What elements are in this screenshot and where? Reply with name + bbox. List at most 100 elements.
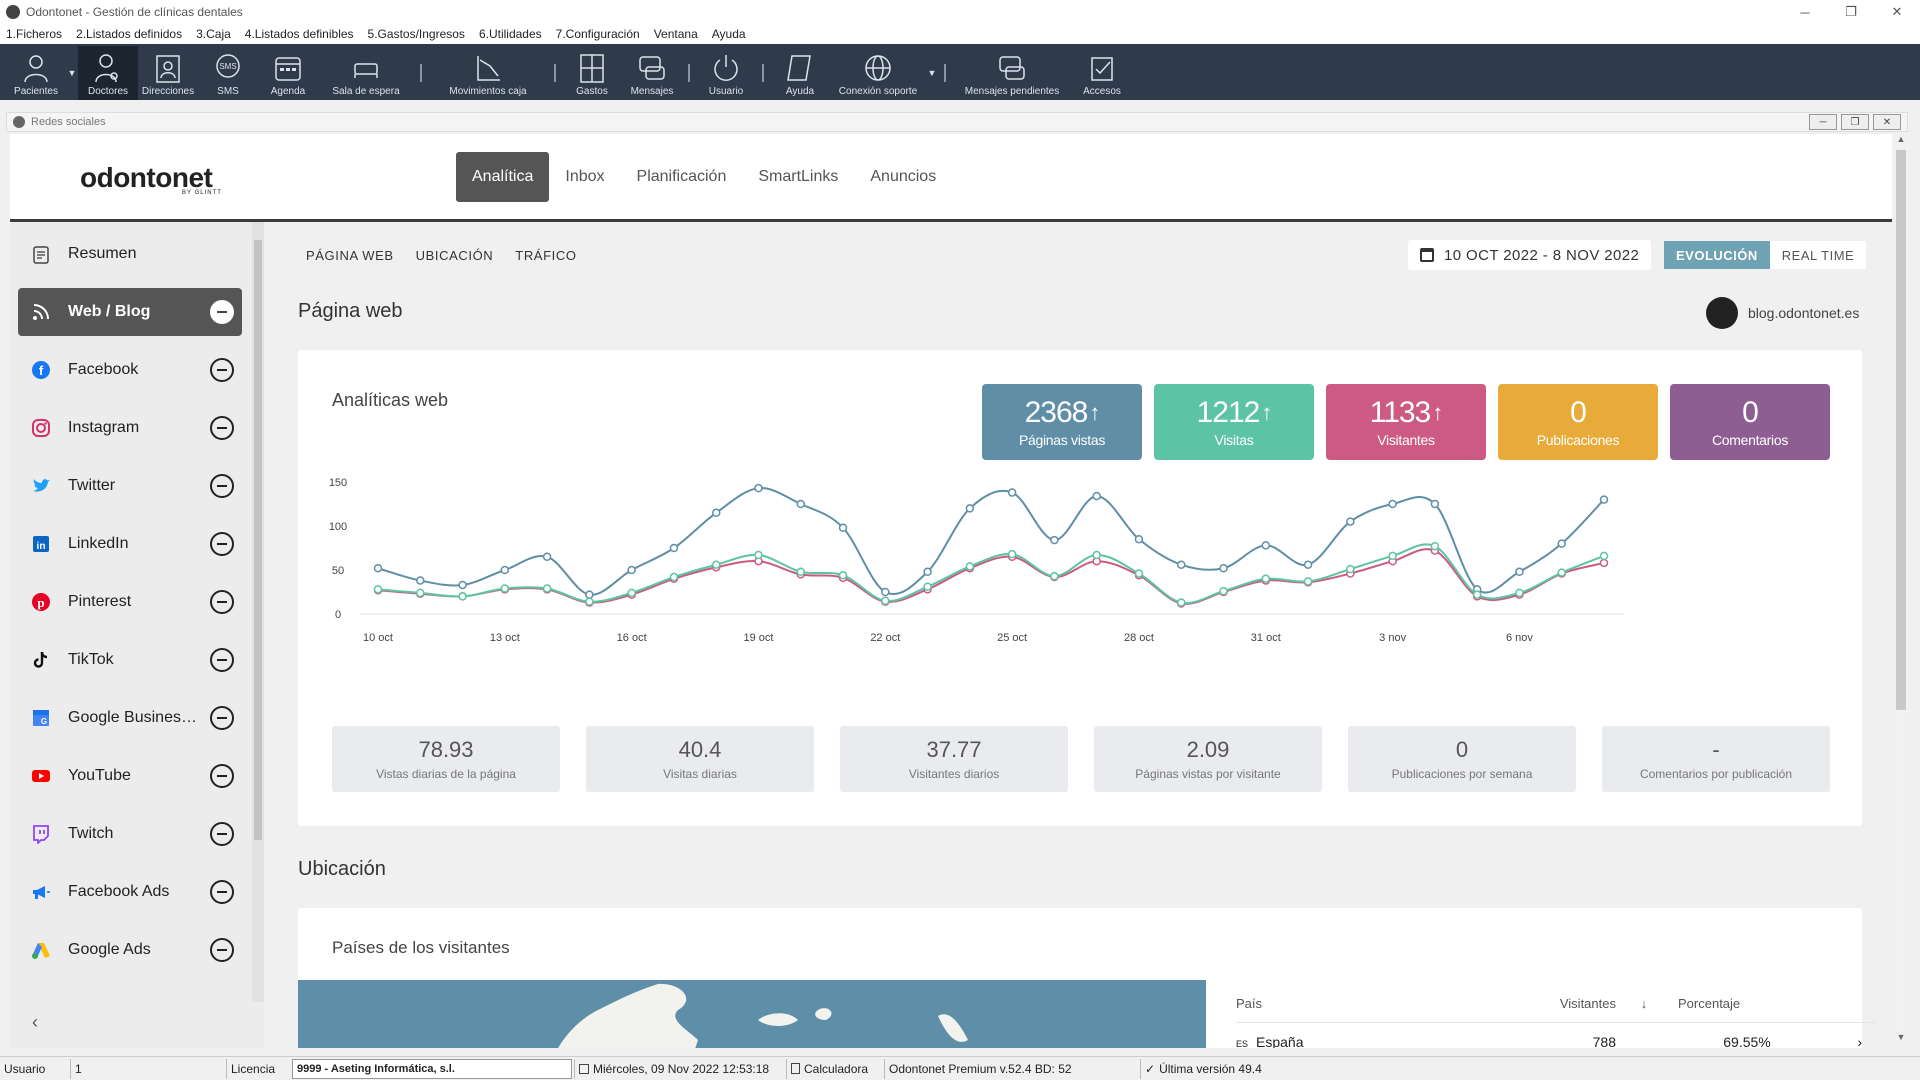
header-visitantes[interactable]: Visitantes: [1496, 996, 1616, 1011]
subwindow-close-button[interactable]: ✕: [1873, 114, 1901, 130]
sidebar-item-youtube[interactable]: YouTube: [18, 752, 242, 800]
countries-header-row: País Visitantes ↓ Porcentaje: [1236, 984, 1876, 1022]
minimize-button[interactable]: ─: [1782, 0, 1828, 24]
toggle-twitter[interactable]: [210, 474, 234, 498]
tab-analitica[interactable]: Analítica: [456, 152, 550, 202]
toggle-pinterest[interactable]: [210, 590, 234, 614]
window-titlebar: Odontonet - Gestión de clínicas dentales…: [0, 0, 1920, 24]
twitch-icon: [30, 823, 52, 845]
y-tick-label: 100: [329, 521, 347, 533]
sidebar-scrollbar[interactable]: [252, 222, 264, 1002]
menu-caja[interactable]: 3.Caja: [196, 27, 231, 41]
data-point: [585, 590, 594, 599]
movimientos-caja-button[interactable]: Movimientos caja: [428, 46, 548, 100]
menu-ayuda[interactable]: Ayuda: [712, 27, 746, 41]
tab-anuncios[interactable]: Anuncios: [854, 152, 952, 202]
pacientes-button[interactable]: Pacientes: [6, 46, 66, 100]
subtab-pagina-web[interactable]: PÁGINA WEB: [306, 248, 394, 263]
header-porcentaje[interactable]: Porcentaje: [1672, 996, 1822, 1011]
menu-gastos-ingresos[interactable]: 5.Gastos/Ingresos: [368, 27, 465, 41]
sidebar-item-linkedin[interactable]: in LinkedIn: [18, 520, 242, 568]
sidebar-item-instagram[interactable]: Instagram: [18, 404, 242, 452]
date-range-picker[interactable]: 10 OCT 2022 - 8 NOV 2022: [1408, 240, 1652, 270]
menu-listados-definibles[interactable]: 4.Listados definibles: [245, 27, 354, 41]
scroll-up-arrow[interactable]: ▲: [1892, 134, 1910, 148]
accesos-button[interactable]: Accesos: [1072, 46, 1132, 100]
header-pais[interactable]: País: [1236, 996, 1496, 1011]
conexion-soporte-button[interactable]: Conexión soporte: [830, 46, 926, 100]
tab-planificacion[interactable]: Planificación: [621, 152, 743, 202]
mensajes-pendientes-button[interactable]: Mensajes pendientes: [952, 46, 1072, 100]
scroll-thumb[interactable]: [1896, 150, 1906, 710]
pacientes-dropdown[interactable]: ▼: [66, 46, 78, 100]
conexion-dropdown[interactable]: ▼: [926, 46, 938, 100]
sidebar-item-google-business[interactable]: G Google Business Profile: [18, 694, 242, 742]
sidebar-item-google-ads[interactable]: Google Ads: [18, 926, 242, 974]
toggle-twitch[interactable]: [210, 822, 234, 846]
evolucion-button[interactable]: EVOLUCIÓN: [1664, 241, 1770, 269]
sidebar-item-facebook[interactable]: f Facebook: [18, 346, 242, 394]
tab-smartlinks[interactable]: SmartLinks: [742, 152, 854, 202]
page-scrollbar[interactable]: ▲ ▼: [1892, 134, 1910, 1046]
ayuda-button[interactable]: Ayuda: [770, 46, 830, 100]
sms-button[interactable]: SMS SMS: [198, 46, 258, 100]
data-point: [923, 582, 932, 591]
data-point: [1303, 577, 1313, 586]
realtime-button[interactable]: REAL TIME: [1769, 241, 1867, 269]
toggle-facebook-ads[interactable]: [210, 880, 234, 904]
subtab-trafico[interactable]: TRÁFICO: [515, 248, 576, 263]
subtab-ubicacion[interactable]: UBICACIÓN: [416, 248, 494, 263]
doctores-button[interactable]: Doctores: [78, 46, 138, 100]
status-fecha: Miércoles, 09 Nov 2022 12:53:18: [574, 1058, 786, 1079]
toggle-instagram[interactable]: [210, 416, 234, 440]
toggle-facebook[interactable]: [210, 358, 234, 382]
menu-configuracion[interactable]: 7.Configuración: [556, 27, 640, 41]
person-icon: [24, 55, 48, 83]
youtube-icon: [30, 765, 52, 787]
menu-listados-definidos[interactable]: 2.Listados definidos: [76, 27, 182, 41]
menu-utilidades[interactable]: 6.Utilidades: [479, 27, 542, 41]
toggle-web-blog[interactable]: [210, 300, 234, 324]
menu-ventana[interactable]: Ventana: [654, 27, 698, 41]
data-point: [881, 587, 890, 597]
direcciones-button[interactable]: Direcciones: [138, 46, 198, 100]
sidebar-item-twitter[interactable]: Twitter: [18, 462, 242, 510]
sidebar-item-facebook-ads[interactable]: Facebook Ads: [18, 868, 242, 916]
sala-espera-button[interactable]: Sala de espera: [318, 46, 414, 100]
data-point: [500, 565, 510, 575]
sidebar-item-tiktok[interactable]: TikTok: [18, 636, 242, 684]
subwindow-maximize-button[interactable]: ❐: [1841, 114, 1869, 130]
scroll-down-arrow[interactable]: ▼: [1892, 1032, 1910, 1046]
table-row[interactable]: ES España 788 69.55% ›: [1236, 1022, 1876, 1048]
sidebar-item-resumen[interactable]: Resumen: [18, 230, 242, 278]
mensajes-button[interactable]: Mensajes: [622, 46, 682, 100]
maximize-button[interactable]: ❐: [1828, 0, 1874, 24]
toggle-google-business[interactable]: [210, 706, 234, 730]
sidebar-item-web-blog[interactable]: Web / Blog: [18, 288, 242, 336]
sidebar-item-twitch[interactable]: Twitch: [18, 810, 242, 858]
sidebar-scroll-thumb[interactable]: [254, 240, 262, 840]
close-button[interactable]: ✕: [1874, 0, 1920, 24]
blog-link[interactable]: blog.odontonet.es: [1706, 297, 1859, 329]
collapse-sidebar-icon[interactable]: ‹: [32, 1012, 38, 1033]
toggle-youtube[interactable]: [210, 764, 234, 788]
data-point: [542, 552, 552, 562]
sidebar-item-pinterest[interactable]: p Pinterest: [18, 578, 242, 626]
toggle-google-ads[interactable]: [210, 938, 234, 962]
usuario-button[interactable]: Usuario: [696, 46, 756, 100]
agenda-button[interactable]: Agenda: [258, 46, 318, 100]
analytics-card-title: Analíticas web: [332, 390, 449, 410]
x-tick-label: 6 nov: [1506, 632, 1533, 644]
data-point: [1430, 541, 1440, 551]
gastos-button[interactable]: Gastos: [562, 46, 622, 100]
toggle-linkedin[interactable]: [210, 532, 234, 556]
menu-ficheros[interactable]: 1.Ficheros: [6, 27, 62, 41]
tab-inbox[interactable]: Inbox: [549, 152, 620, 202]
sort-desc-icon[interactable]: ↓: [1616, 996, 1672, 1011]
chevron-right-icon[interactable]: ›: [1822, 1034, 1862, 1049]
subwindow-minimize-button[interactable]: ─: [1809, 114, 1837, 130]
toolbar-separator: [420, 64, 422, 82]
status-calculadora[interactable]: Calculadora: [786, 1058, 884, 1079]
toggle-tiktok[interactable]: [210, 648, 234, 672]
data-point: [1303, 560, 1313, 569]
